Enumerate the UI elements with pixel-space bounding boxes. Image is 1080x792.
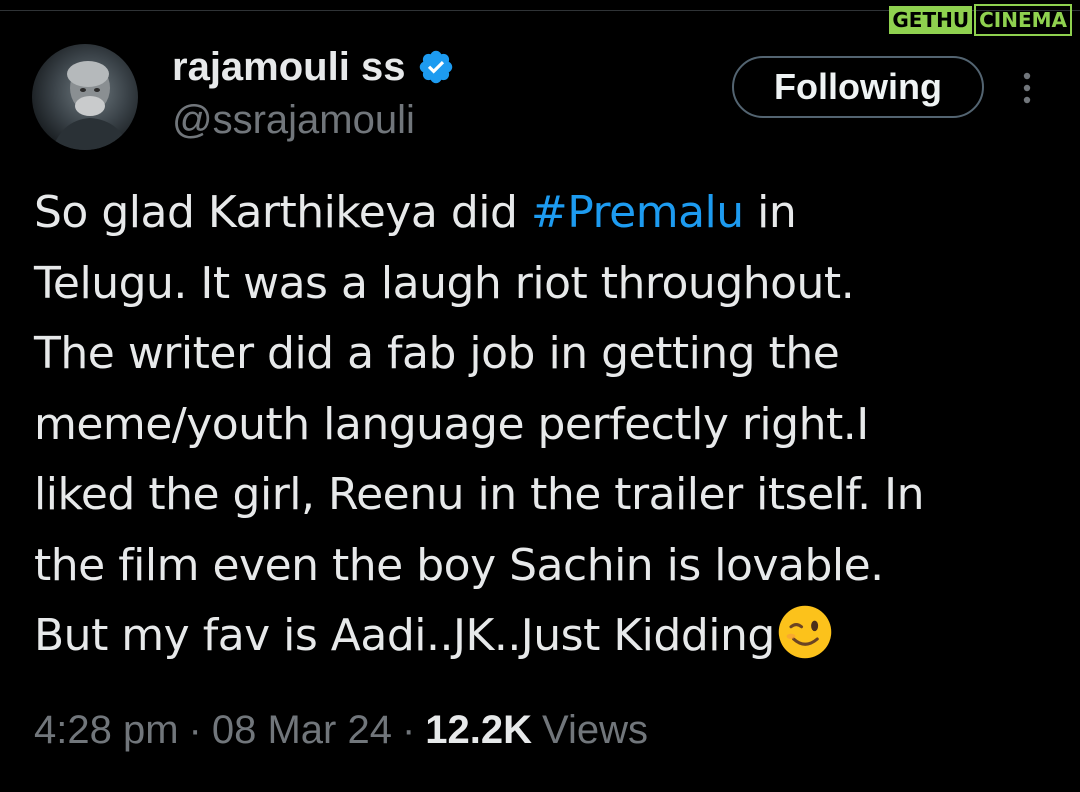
tweet-line: The writer did a fab job in getting the [34,328,840,379]
meta-separator: · [188,708,202,752]
tweet-text-fragment: But my fav is Aadi..JK..Just Kidding [34,610,775,661]
tweet-line: But my fav is Aadi..JK..Just Kidding [34,601,1064,672]
tweet-text-fragment: in [743,187,797,238]
tweet-line: liked the girl, Reenu in the trailer its… [34,469,925,520]
author-handle[interactable]: @ssrajamouli [172,98,415,143]
avatar-portrait [52,61,130,150]
tweet-text-fragment: So glad Karthikeya did [34,187,531,238]
author-display-name[interactable]: rajamouli ss [172,45,405,90]
tweet-time[interactable]: 4:28 pm [34,708,179,753]
verified-badge-icon [420,50,453,84]
tweet-line: So glad Karthikeya did #Premalu in [34,178,1064,249]
more-vertical-icon[interactable] [1016,68,1038,108]
views-count[interactable]: 12.2K [425,708,532,753]
hashtag-link[interactable]: #Premalu [531,187,744,238]
tweet-text: So glad Karthikeya did #Premalu in Telug… [34,178,1064,672]
tweet-date[interactable]: 08 Mar 24 [212,708,392,753]
views-label[interactable]: Views [542,708,648,753]
meta-separator: · [401,708,416,752]
avatar[interactable] [32,44,138,150]
author-name-row: rajamouli ss [172,44,455,90]
following-button[interactable]: Following [732,56,984,118]
tweet-line: the film even the boy Sachin is lovable. [34,539,884,591]
tweet-line: Telugu. It was a laugh riot throughout. [34,257,855,309]
tweet-line: meme/youth language perfectly right.I [34,398,869,450]
wink-emoji-icon [778,605,832,659]
watermark-logo: GETHU CINEMA [889,4,1072,36]
watermark-part-b: CINEMA [974,4,1072,36]
watermark-part-a: GETHU [889,6,973,34]
tweet-meta: 4:28 pm · 08 Mar 24 · 12.2K Views [34,708,648,753]
